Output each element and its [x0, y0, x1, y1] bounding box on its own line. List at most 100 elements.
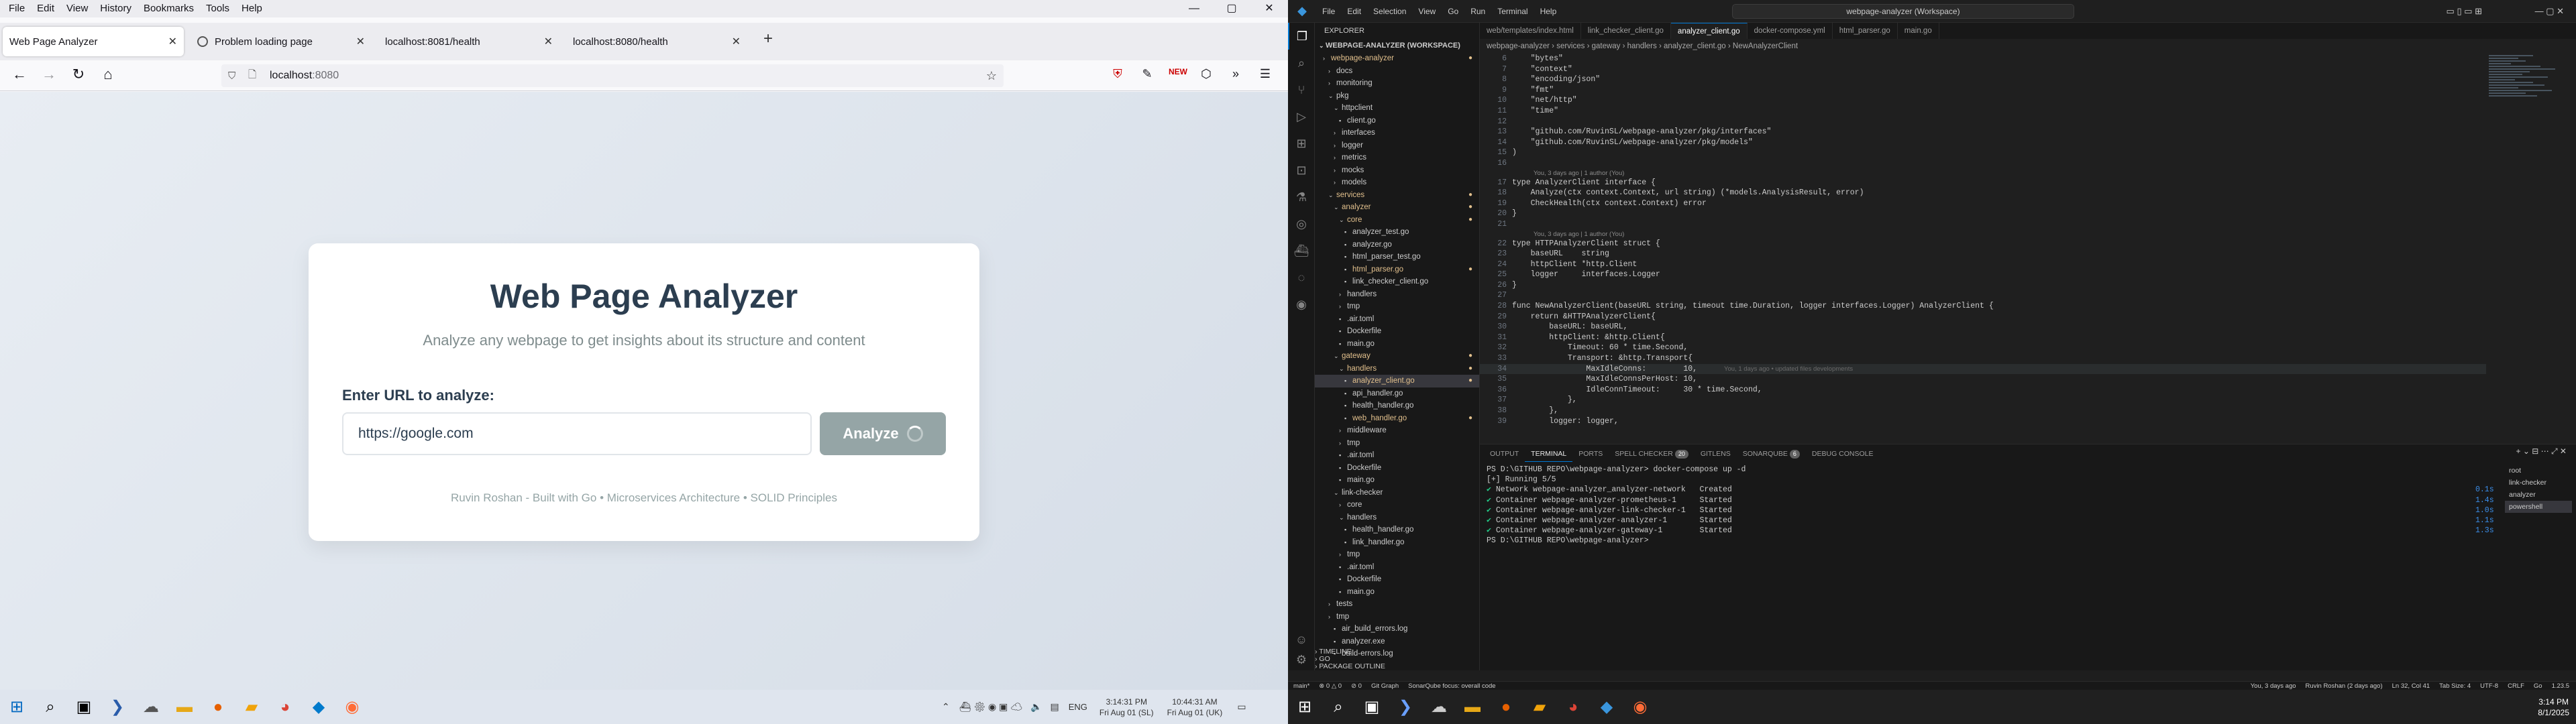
tree-file[interactable]: ▪ health_handler.go	[1315, 524, 1479, 536]
vscode-taskbar-icon[interactable]: ◆	[302, 690, 335, 724]
network-icon[interactable]: ▤	[1051, 701, 1059, 713]
panel-tab[interactable]: OUTPUT	[1484, 446, 1525, 462]
language-indicator[interactable]: ENG	[1069, 702, 1087, 712]
tree-folder[interactable]: › models	[1315, 176, 1479, 189]
terminal-instance[interactable]: root	[2505, 465, 2572, 477]
speaker-icon[interactable]: 🔈	[1030, 701, 1042, 713]
tree-file[interactable]: ▪ air_build_errors.log	[1315, 623, 1479, 636]
eyedropper-icon[interactable]: ✎	[1139, 67, 1155, 83]
status-item[interactable]: Ruvin Roshan (2 days ago)	[2306, 682, 2383, 690]
powershell-icon[interactable]: ❯	[101, 690, 134, 724]
tree-folder[interactable]: › mocks	[1315, 164, 1479, 177]
tree-file[interactable]: ▪ .air.toml	[1315, 313, 1479, 326]
codelens-annotation[interactable]: You, 3 days ago | 1 author (You)	[1480, 230, 2486, 239]
tree-folder[interactable]: › tmp	[1315, 548, 1479, 561]
analyze-button[interactable]: Analyze	[820, 412, 946, 455]
taskbar-search-icon[interactable]: ⌕	[34, 690, 67, 724]
tree-folder[interactable]: ⌄ gateway ●	[1315, 350, 1479, 363]
tree-folder[interactable]: › tmp	[1315, 611, 1479, 623]
code-view[interactable]: 6 "bytes" 7 "context" 8 "encoding/json" 9 "…	[1480, 54, 2486, 444]
sublime-icon[interactable]: ▰	[1523, 690, 1556, 724]
sublime-icon[interactable]: ▰	[235, 690, 268, 724]
clock-right[interactable]: 3:14 PM 8/1/2025	[2538, 697, 2569, 718]
panel-tab[interactable]: PORTS	[1572, 446, 1609, 462]
tree-folder[interactable]: › tmp	[1315, 437, 1479, 450]
vs-menu-help[interactable]: Help	[1534, 7, 1563, 16]
tree-file[interactable]: ▪ .air.toml	[1315, 449, 1479, 462]
layout-icons[interactable]: ▭ ▯ ▭ ⊞	[2447, 6, 2482, 17]
command-center-search[interactable]: webpage-analyzer (Workspace)	[1732, 4, 2074, 19]
remote-desktop-icon[interactable]: ☁	[1422, 690, 1456, 724]
page-info-icon[interactable]: 🗋	[248, 68, 262, 84]
menu-tools[interactable]: Tools	[200, 0, 235, 17]
menu-help[interactable]: Help	[235, 0, 268, 17]
editor-tab[interactable]: docker-compose.yml	[1748, 23, 1833, 39]
windows-start-icon[interactable]: ⊞	[1288, 690, 1322, 724]
hamburger-menu-icon[interactable]: ☰	[1257, 67, 1273, 83]
gitlens-icon[interactable]: ◎	[1288, 210, 1315, 237]
search-icon[interactable]: ⌕	[1288, 50, 1315, 76]
tab-health-8080[interactable]: localhost:8080/health ✕	[566, 27, 747, 56]
firefox-icon[interactable]: ●	[201, 690, 235, 724]
terminal-instance[interactable]: powershell	[2505, 501, 2572, 513]
status-item[interactable]: Tab Size: 4	[2439, 682, 2471, 690]
tree-file[interactable]: ▪ link_checker_client.go	[1315, 276, 1479, 288]
vs-menu-terminal[interactable]: Terminal	[1491, 7, 1534, 16]
extension-badge-icon[interactable]: NEW	[1169, 67, 1187, 83]
tree-file[interactable]: ▪ Dockerfile	[1315, 325, 1479, 338]
home-icon[interactable]: ⌂	[98, 66, 118, 83]
postman-taskbar-icon[interactable]: ◉	[1623, 690, 1657, 724]
tree-folder[interactable]: ⌄ handlers	[1315, 511, 1479, 524]
close-tab-icon[interactable]: ✕	[732, 35, 741, 48]
task-view-icon[interactable]: ▣	[1355, 690, 1389, 724]
url-bar[interactable]: ⛉ 🗋 localhost:8080 ☆	[221, 64, 1004, 87]
overflow-icon[interactable]: »	[1228, 67, 1244, 83]
back-icon[interactable]: ←	[9, 66, 30, 83]
codelens-annotation[interactable]: You, 3 days ago | 1 author (You)	[1480, 169, 2486, 178]
status-item[interactable]: main*	[1293, 682, 1309, 690]
task-view-icon[interactable]: ▣	[67, 690, 101, 724]
url-input[interactable]	[342, 412, 812, 455]
testing-icon[interactable]: ⚗	[1288, 184, 1315, 210]
status-item[interactable]: You, 3 days ago	[2251, 682, 2296, 690]
tree-file[interactable]: ▪ analyzer.go	[1315, 239, 1479, 251]
tree-folder[interactable]: ⌄ handlers ●	[1315, 363, 1479, 375]
tree-folder[interactable]: ⌄ services ●	[1315, 189, 1479, 202]
panel-tab[interactable]: GITLENS	[1695, 446, 1737, 462]
postman-icon[interactable]: ◉	[1288, 291, 1315, 318]
ublock-icon[interactable]: ⛨	[1110, 67, 1126, 83]
tree-file[interactable]: ▪ Dockerfile	[1315, 573, 1479, 586]
tree-folder[interactable]: › tmp	[1315, 300, 1479, 313]
remote-desktop-icon[interactable]: ☁	[134, 690, 168, 724]
terminal-output[interactable]: PS D:\GITHUB REPO\webpage-analyzer> dock…	[1487, 465, 2494, 546]
settings-gear-icon[interactable]: ⚙	[1288, 646, 1315, 673]
vs-window-controls[interactable]: — ▢ ✕	[2535, 6, 2564, 17]
tree-folder[interactable]: ⌄ core ●	[1315, 214, 1479, 227]
tree-folder[interactable]: › handlers	[1315, 288, 1479, 301]
status-item[interactable]: Go	[2534, 682, 2542, 690]
chrome-icon[interactable]: ◕	[268, 690, 302, 724]
panel-tab[interactable]: TERMINAL	[1525, 446, 1573, 462]
status-item[interactable]: SonarQube focus: overall code	[1408, 682, 1495, 690]
tree-folder[interactable]: › webpage-analyzer ●	[1315, 52, 1479, 65]
tree-file[interactable]: ▪ main.go	[1315, 338, 1479, 351]
tree-folder[interactable]: › tests	[1315, 598, 1479, 611]
tree-file[interactable]: ▪ analyzer_test.go	[1315, 226, 1479, 239]
menu-file[interactable]: File	[3, 0, 31, 17]
file-explorer-icon[interactable]: ▬	[1456, 690, 1489, 724]
tree-folder[interactable]: › docs	[1315, 65, 1479, 78]
clock-sl[interactable]: 3:14:31 PM Fri Aug 01 (SL)	[1099, 697, 1154, 718]
panel-tab[interactable]: SPELL CHECKER 20	[1609, 446, 1695, 462]
tree-folder[interactable]: ⌄ analyzer ●	[1315, 201, 1479, 214]
extensions-icon[interactable]: ⊞	[1288, 130, 1315, 157]
menu-bookmarks[interactable]: Bookmarks	[138, 0, 200, 17]
vs-menu-go[interactable]: Go	[1442, 7, 1464, 16]
remote-icon[interactable]: ⊡	[1288, 157, 1315, 184]
tree-file[interactable]: ▪ html_parser_test.go	[1315, 251, 1479, 263]
terminal-instance[interactable]: analyzer	[2505, 489, 2572, 501]
tree-folder[interactable]: › core	[1315, 499, 1479, 511]
tree-folder[interactable]: ⌄ link-checker	[1315, 487, 1479, 499]
vs-menu-run[interactable]: Run	[1464, 7, 1491, 16]
reload-icon[interactable]: ↻	[68, 66, 89, 83]
tree-file[interactable]: ▪ web_handler.go ●	[1315, 412, 1479, 425]
